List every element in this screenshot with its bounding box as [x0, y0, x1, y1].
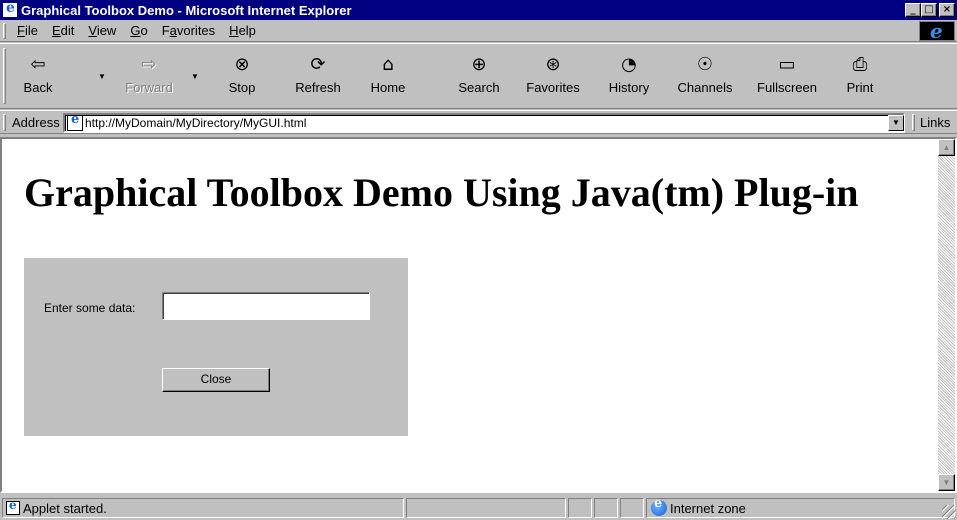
scroll-up-icon[interactable]: ▲ — [938, 139, 955, 156]
close-button[interactable]: Close — [162, 368, 270, 392]
page-icon — [67, 112, 83, 131]
search-button[interactable]: ⊕ Search — [448, 48, 510, 104]
internet-zone-icon — [651, 496, 667, 516]
menu-favorites[interactable]: Favorites — [155, 23, 222, 39]
refresh-icon: ⟳ — [310, 53, 326, 75]
status-panel-3 — [620, 498, 644, 518]
forward-button[interactable]: ⇨ Forward — [118, 48, 180, 104]
stop-icon: ⊗ — [234, 53, 250, 75]
scroll-down-icon[interactable]: ▼ — [938, 474, 955, 491]
refresh-button[interactable]: ⟳ Refresh — [283, 48, 353, 104]
links-button[interactable]: Links — [920, 115, 950, 130]
standard-toolbar: ⇦ Back ▼ ⇨ Forward ▼ ⊗ Stop ⟳ Refresh ⌂ … — [0, 43, 957, 109]
window-title: Graphical Toolbox Demo - Microsoft Inter… — [21, 2, 352, 18]
home-icon: ⌂ — [382, 53, 394, 75]
back-dropdown-arrow-icon[interactable]: ▼ — [98, 72, 106, 81]
fullscreen-icon: ▭ — [778, 53, 796, 75]
status-panel-progress — [406, 498, 566, 518]
back-button[interactable]: ⇦ Back — [14, 48, 62, 104]
address-dropdown-icon[interactable]: ▼ — [888, 115, 904, 131]
status-text-panel: Applet started. — [2, 498, 404, 518]
minimize-button[interactable]: _ — [905, 3, 921, 17]
zone-panel: Internet zone — [646, 496, 955, 518]
close-window-button[interactable]: × — [939, 3, 955, 17]
menu-edit[interactable]: Edit — [45, 23, 81, 39]
home-button[interactable]: ⌂ Home — [362, 48, 414, 104]
maximize-button[interactable]: □ — [921, 3, 937, 17]
print-icon: ⎙ — [852, 53, 868, 75]
data-input-label: Enter some data: — [44, 301, 136, 315]
title-bar[interactable]: Graphical Toolbox Demo - Microsoft Inter… — [0, 0, 957, 20]
page-status-icon — [6, 498, 20, 515]
favorites-button[interactable]: ⊛ Favorites — [517, 48, 589, 104]
links-grip[interactable] — [912, 114, 915, 131]
status-panel-1 — [568, 498, 592, 518]
status-bar: Applet started. Internet zone — [0, 496, 957, 520]
status-panel-2 — [594, 498, 618, 518]
zone-text: Internet zone — [670, 500, 746, 516]
forward-arrow-icon: ⇨ — [141, 53, 157, 75]
history-button[interactable]: ◔ History — [598, 48, 660, 104]
address-url[interactable]: http://MyDomain/MyDirectory/MyGUI.html — [85, 116, 306, 130]
page-viewport: Graphical Toolbox Demo Using Java(tm) Pl… — [0, 137, 957, 493]
page-heading: Graphical Toolbox Demo Using Java(tm) Pl… — [24, 170, 859, 215]
search-icon: ⊕ — [471, 53, 487, 75]
menu-view[interactable]: View — [81, 23, 123, 39]
java-applet-panel: Enter some data: Close — [24, 258, 408, 436]
window-controls: _ □ × — [905, 3, 955, 17]
history-icon: ◔ — [621, 53, 637, 75]
menu-go[interactable]: Go — [123, 23, 154, 39]
menu-help[interactable]: Help — [222, 23, 263, 39]
address-label: Address — [12, 115, 60, 130]
print-button[interactable]: ⎙ Print — [836, 48, 884, 104]
back-arrow-icon: ⇦ — [30, 53, 46, 75]
channels-icon: ☉ — [696, 53, 714, 75]
ie-window-icon[interactable] — [2, 0, 18, 18]
address-bar: Address http://MyDomain/MyDirectory/MyGU… — [0, 110, 957, 134]
status-text: Applet started. — [23, 500, 107, 516]
ie-throbber-logo: e — [919, 19, 955, 43]
menu-file[interactable]: File — [10, 23, 45, 39]
address-input[interactable]: http://MyDomain/MyDirectory/MyGUI.html ▼ — [63, 112, 905, 133]
stop-button[interactable]: ⊗ Stop — [212, 48, 272, 104]
menu-bar: File Edit View Go Favorites Help e — [0, 19, 957, 43]
menubar-grip[interactable] — [3, 23, 6, 39]
data-input-field[interactable] — [162, 292, 370, 320]
vertical-scrollbar[interactable]: ▲ ▼ — [938, 139, 955, 491]
resize-grip-icon[interactable] — [942, 505, 956, 519]
forward-dropdown-arrow-icon[interactable]: ▼ — [191, 72, 199, 81]
channels-button[interactable]: ☉ Channels — [668, 48, 742, 104]
favorites-icon: ⊛ — [545, 53, 561, 75]
addressbar-grip[interactable] — [3, 114, 6, 131]
fullscreen-button[interactable]: ▭ Fullscreen — [748, 48, 826, 104]
toolbar-grip[interactable] — [3, 48, 6, 104]
